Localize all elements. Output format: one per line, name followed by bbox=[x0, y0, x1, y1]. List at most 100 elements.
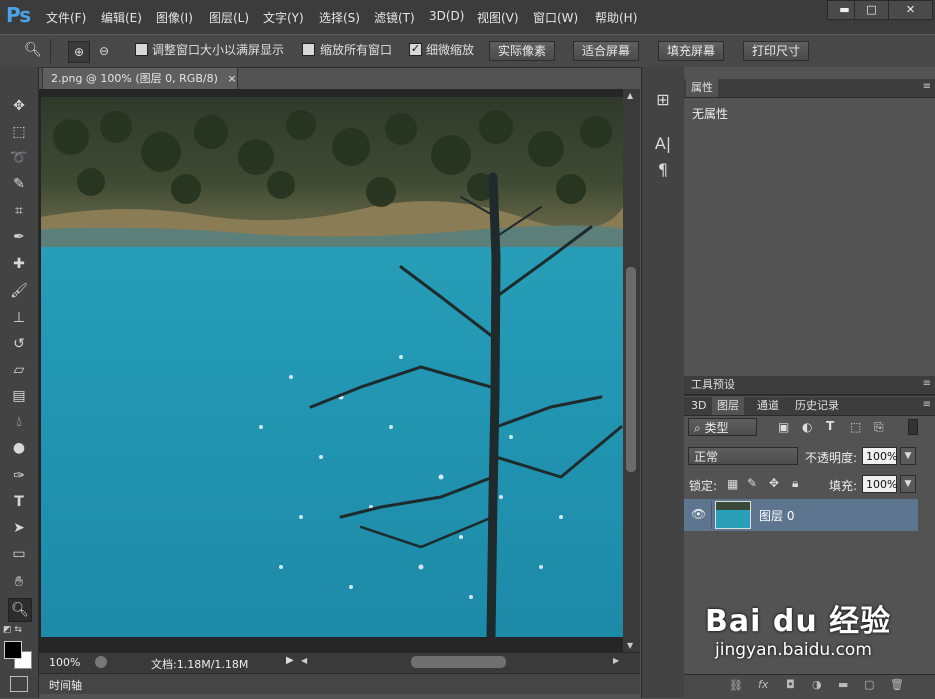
vertical-scrollbar[interactable]: ▲ ▼ bbox=[623, 89, 640, 652]
timeline-panel-tab[interactable]: 时间轴 bbox=[39, 673, 640, 694]
scroll-down-icon[interactable]: ▼ bbox=[627, 641, 633, 650]
link-layers-icon[interactable]: ⛓︎ bbox=[729, 679, 743, 692]
zoom-tool-icon[interactable]: 🔍︎ bbox=[8, 598, 32, 622]
canvas-image[interactable] bbox=[41, 97, 623, 637]
document-size-info: 文档:1.18M/1.18M bbox=[151, 658, 249, 671]
tab-history[interactable]: 历史记录 bbox=[790, 397, 844, 415]
filter-type-icon[interactable]: T bbox=[826, 419, 834, 433]
layer-filter-select[interactable]: ⌕ 类型 bbox=[688, 418, 757, 436]
dodge-tool-icon[interactable]: ● bbox=[8, 437, 30, 459]
filter-smart-object-icon[interactable]: ⎘ bbox=[874, 420, 884, 435]
menu-file[interactable]: 文件(F) bbox=[46, 9, 86, 26]
fill-dropdown-icon[interactable]: ▼ bbox=[900, 475, 916, 493]
actual-pixels-button[interactable]: 实际像素 bbox=[489, 41, 556, 61]
quick-mask-icon[interactable] bbox=[10, 676, 28, 692]
opacity-dropdown-icon[interactable]: ▼ bbox=[900, 447, 916, 465]
menu-edit[interactable]: 编辑(E) bbox=[101, 9, 142, 26]
menu-image[interactable]: 图像(I) bbox=[156, 9, 193, 26]
lock-all-icon[interactable]: 🔒︎ bbox=[792, 476, 798, 491]
history-brush-tool-icon[interactable]: ↺ bbox=[8, 333, 30, 355]
blend-mode-value: 正常 bbox=[694, 450, 719, 464]
blur-tool-icon[interactable]: 💧︎ bbox=[8, 411, 30, 433]
menu-type[interactable]: 文字(Y) bbox=[263, 9, 304, 26]
lock-transparency-icon[interactable]: ▦ bbox=[727, 477, 738, 491]
eyedropper-tool-icon[interactable]: ✒ bbox=[8, 226, 30, 248]
tool-presets-tab[interactable]: 工具预设 bbox=[686, 376, 740, 394]
new-layer-icon[interactable]: ▢ bbox=[864, 678, 874, 691]
tab-layers[interactable]: 图层 bbox=[712, 397, 744, 415]
filter-toggle[interactable] bbox=[908, 419, 918, 435]
panel-menu-icon[interactable]: ≡ bbox=[923, 378, 931, 389]
hand-tool-icon[interactable]: ✋︎ bbox=[8, 571, 30, 593]
paragraph-panel-icon[interactable]: ¶ bbox=[652, 159, 674, 181]
pen-tool-icon[interactable]: ✑ bbox=[8, 465, 30, 487]
close-tab-icon[interactable]: × bbox=[227, 72, 236, 85]
type-tool-icon[interactable]: T bbox=[8, 491, 30, 513]
panel-menu-icon[interactable]: ≡ bbox=[923, 399, 931, 410]
blend-mode-select[interactable]: 正常 bbox=[688, 447, 798, 465]
zoom-all-checkbox[interactable] bbox=[302, 43, 315, 56]
marquee-tool-icon[interactable]: ⬚ bbox=[8, 121, 30, 143]
scroll-right-icon[interactable]: ▶ bbox=[613, 656, 619, 665]
zoom-in-icon[interactable]: ⊕ bbox=[68, 41, 90, 63]
scroll-left-icon[interactable]: ◀ bbox=[301, 656, 307, 665]
print-size-button[interactable]: 打印尺寸 bbox=[743, 41, 810, 61]
add-mask-icon[interactable]: ◘ bbox=[786, 678, 795, 691]
eye-icon[interactable]: 👁︎ bbox=[691, 507, 706, 521]
gradient-tool-icon[interactable]: ▤ bbox=[8, 385, 30, 407]
tab-channels[interactable]: 通道 bbox=[752, 397, 784, 415]
maximize-button[interactable]: □ bbox=[854, 0, 889, 20]
tab-3d[interactable]: 3D bbox=[686, 397, 711, 415]
document-tab[interactable]: 2.png @ 100% (图层 0, RGB/8) × bbox=[42, 67, 238, 89]
healing-brush-tool-icon[interactable]: ✚ bbox=[8, 253, 30, 275]
properties-tab[interactable]: 属性 bbox=[686, 79, 718, 97]
filter-adjustment-icon[interactable]: ◐ bbox=[802, 420, 812, 434]
layer-row[interactable]: 👁︎ 图层 0 bbox=[684, 499, 918, 531]
crop-tool-icon[interactable]: ⌗ bbox=[8, 200, 30, 222]
lock-position-icon[interactable]: ✥ bbox=[769, 476, 779, 490]
opacity-input[interactable]: 100% bbox=[862, 447, 897, 465]
scrollbar-thumb[interactable] bbox=[626, 267, 636, 472]
move-tool-icon[interactable]: ✥ bbox=[8, 95, 30, 117]
default-colors-icon[interactable]: ◩ ⇆ bbox=[3, 625, 22, 635]
zoom-out-icon[interactable]: ⊖ bbox=[94, 41, 114, 61]
zoom-tool-icon[interactable]: 🔍︎ bbox=[24, 42, 42, 58]
status-info-icon[interactable] bbox=[95, 656, 107, 668]
menu-help[interactable]: 帮助(H) bbox=[595, 9, 637, 26]
menu-view[interactable]: 视图(V) bbox=[477, 9, 519, 26]
fill-input[interactable]: 100% bbox=[862, 475, 897, 493]
close-button[interactable]: ✕ bbox=[888, 0, 933, 20]
fill-screen-button[interactable]: 填充屏幕 bbox=[658, 41, 725, 61]
quick-select-tool-icon[interactable]: ✎ bbox=[8, 173, 30, 195]
fx-icon[interactable]: fx bbox=[758, 678, 768, 691]
filter-pixel-icon[interactable]: ▣ bbox=[778, 420, 789, 434]
menu-select[interactable]: 选择(S) bbox=[319, 9, 360, 26]
menu-window[interactable]: 窗口(W) bbox=[533, 9, 578, 26]
scroll-up-icon[interactable]: ▲ bbox=[627, 91, 633, 100]
lock-pixels-icon[interactable]: ✎ bbox=[747, 476, 757, 490]
rectangle-tool-icon[interactable]: ▭ bbox=[8, 543, 30, 565]
scrubby-zoom-checkbox[interactable]: ✓ bbox=[409, 43, 422, 56]
status-menu-arrow-icon[interactable]: ▶ bbox=[286, 655, 294, 666]
adjustment-layer-icon[interactable]: ◑ bbox=[812, 678, 822, 691]
tool-presets-icon[interactable]: ⊞ bbox=[652, 89, 674, 111]
brush-tool-icon[interactable]: 🖌︎ bbox=[8, 280, 30, 302]
character-panel-icon[interactable]: A| bbox=[652, 133, 674, 155]
filter-shape-icon[interactable]: ⬚ bbox=[850, 420, 861, 434]
panel-menu-icon[interactable]: ≡ bbox=[923, 81, 931, 92]
new-group-icon[interactable]: ▬ bbox=[838, 678, 848, 691]
fit-screen-button[interactable]: 适合屏幕 bbox=[573, 41, 640, 61]
path-select-tool-icon[interactable]: ➤ bbox=[8, 517, 30, 539]
clone-stamp-tool-icon[interactable]: ⊥ bbox=[8, 307, 30, 329]
delete-layer-icon[interactable]: 🗑︎ bbox=[890, 678, 904, 691]
foreground-color-swatch[interactable] bbox=[4, 641, 22, 659]
eraser-tool-icon[interactable]: ▱ bbox=[8, 359, 30, 381]
zoom-level[interactable]: 100% bbox=[49, 656, 80, 669]
horizontal-scrollbar-thumb[interactable] bbox=[411, 656, 506, 668]
menu-filter[interactable]: 滤镜(T) bbox=[374, 9, 415, 26]
menu-3d[interactable]: 3D(D) bbox=[429, 9, 464, 23]
menu-layer[interactable]: 图层(L) bbox=[209, 9, 249, 26]
resize-windows-checkbox[interactable] bbox=[135, 43, 148, 56]
resize-windows-label: 调整窗口大小以满屏显示 bbox=[152, 43, 285, 57]
lasso-tool-icon[interactable]: ➰ bbox=[8, 147, 30, 169]
